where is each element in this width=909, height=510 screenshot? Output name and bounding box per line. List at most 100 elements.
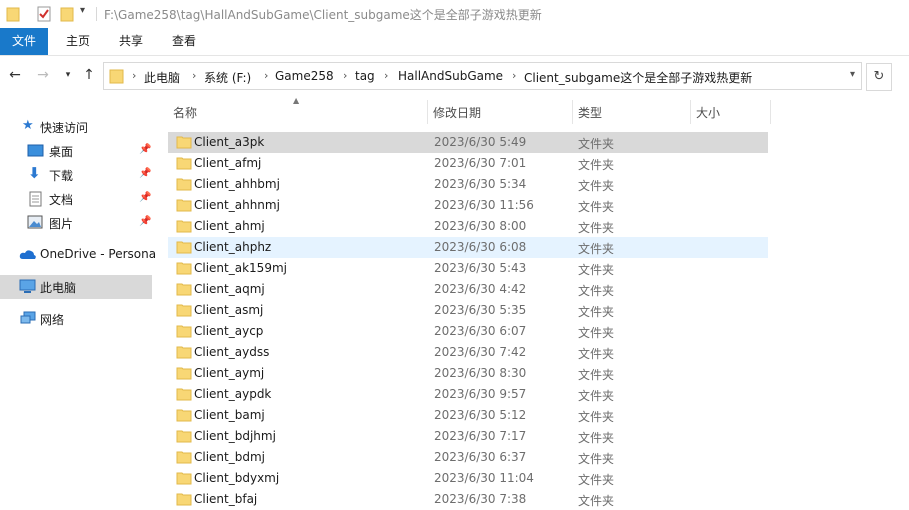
column-header-label: 名称 xyxy=(173,106,198,120)
file-date-modified: 2023/6/30 7:17 xyxy=(434,429,527,443)
column-header-label: 类型 xyxy=(578,106,603,120)
navigation-bar: ← → ▾ ↑ › 此电脑 › 系统 (F:) › Game258 › tag … xyxy=(0,56,909,96)
folder-icon xyxy=(176,178,192,191)
file-name: Client_ak159mj xyxy=(194,261,287,275)
table-row[interactable]: Client_aypdk 2023/6/30 9:57 文件夹 xyxy=(168,384,768,405)
folder-icon xyxy=(176,283,192,296)
column-header-date[interactable]: 修改日期 xyxy=(428,100,571,124)
breadcrumb-this-pc[interactable]: 此电脑 xyxy=(144,69,180,86)
table-row[interactable]: Client_ahhbmj 2023/6/30 5:34 文件夹 xyxy=(168,174,768,195)
chevron-right-icon[interactable]: › xyxy=(132,69,136,82)
file-type: 文件夹 xyxy=(578,263,615,277)
column-header-size[interactable]: 大小 xyxy=(691,100,771,124)
file-date-modified: 2023/6/30 7:01 xyxy=(434,156,527,170)
folder-icon xyxy=(176,430,192,443)
new-folder-icon[interactable] xyxy=(60,6,74,22)
file-type: 文件夹 xyxy=(578,389,615,403)
table-row[interactable]: Client_ahphz 2023/6/30 6:08 文件夹 xyxy=(168,237,768,258)
column-header-name[interactable]: 名称 xyxy=(168,100,426,124)
file-type: 文件夹 xyxy=(578,347,615,361)
pin-icon[interactable]: 📌 xyxy=(139,168,151,179)
file-type: 文件夹 xyxy=(578,242,615,256)
table-row[interactable]: Client_aydss 2023/6/30 7:42 文件夹 xyxy=(168,342,768,363)
breadcrumb-tag[interactable]: tag xyxy=(355,69,375,83)
tab-file[interactable]: 文件 xyxy=(0,28,48,55)
picture-icon xyxy=(27,215,43,229)
file-name: Client_ahmj xyxy=(194,219,265,233)
sidebar-item-network[interactable]: 网络 xyxy=(0,307,152,331)
folder-icon xyxy=(176,325,192,338)
file-name: Client_a3pk xyxy=(194,135,265,149)
table-row[interactable]: Client_bfaj 2023/6/30 7:38 文件夹 xyxy=(168,489,768,510)
tab-home[interactable]: 主页 xyxy=(56,28,100,55)
table-row[interactable]: Client_afmj 2023/6/30 7:01 文件夹 xyxy=(168,153,768,174)
sidebar-item-pictures[interactable]: 图片 📌 xyxy=(0,211,152,235)
table-row[interactable]: Client_ahhnmj 2023/6/30 11:56 文件夹 xyxy=(168,195,768,216)
table-row[interactable]: Client_bdjhmj 2023/6/30 7:17 文件夹 xyxy=(168,426,768,447)
up-button[interactable]: ↑ xyxy=(79,65,99,85)
forward-button[interactable]: → xyxy=(33,65,53,85)
folder-icon[interactable] xyxy=(6,6,20,22)
file-date-modified: 2023/6/30 6:37 xyxy=(434,450,527,464)
file-name: Client_bdyxmj xyxy=(194,471,280,485)
chevron-down-icon[interactable]: ▾ xyxy=(850,69,855,80)
table-row[interactable]: Client_bdyxmj 2023/6/30 11:04 文件夹 xyxy=(168,468,768,489)
table-row[interactable]: Client_aymj 2023/6/30 8:30 文件夹 xyxy=(168,363,768,384)
file-date-modified: 2023/6/30 5:43 xyxy=(434,261,527,275)
pin-icon[interactable]: 📌 xyxy=(139,216,151,227)
computer-icon xyxy=(19,279,36,293)
file-date-modified: 2023/6/30 5:35 xyxy=(434,303,527,317)
file-date-modified: 2023/6/30 9:57 xyxy=(434,387,527,401)
file-date-modified: 2023/6/30 7:42 xyxy=(434,345,527,359)
file-name: Client_bamj xyxy=(194,408,265,422)
table-row[interactable]: Client_aycp 2023/6/30 6:07 文件夹 xyxy=(168,321,768,342)
file-name: Client_bfaj xyxy=(194,492,258,506)
breadcrumb-drive[interactable]: 系统 (F:) xyxy=(204,69,251,86)
file-type: 文件夹 xyxy=(578,431,615,445)
sidebar-item-this-pc[interactable]: 此电脑 xyxy=(0,275,152,299)
sidebar-item-quick-access[interactable]: ★ 快速访问 xyxy=(0,115,152,139)
table-row[interactable]: Client_aqmj 2023/6/30 4:42 文件夹 xyxy=(168,279,768,300)
folder-icon xyxy=(176,241,192,254)
table-row[interactable]: Client_bamj 2023/6/30 5:12 文件夹 xyxy=(168,405,768,426)
properties-check-icon[interactable] xyxy=(36,6,52,22)
folder-icon xyxy=(176,136,192,149)
pin-icon[interactable]: 📌 xyxy=(139,144,151,155)
back-button[interactable]: ← xyxy=(5,65,25,85)
chevron-right-icon[interactable]: › xyxy=(512,69,516,82)
file-date-modified: 2023/6/30 7:38 xyxy=(434,492,527,506)
sidebar-item-onedrive[interactable]: OneDrive - Persona xyxy=(0,243,156,267)
table-row[interactable]: Client_ahmj 2023/6/30 8:00 文件夹 xyxy=(168,216,768,237)
sidebar-item-documents[interactable]: 文档 📌 xyxy=(0,187,152,211)
tab-share[interactable]: 共享 xyxy=(109,28,153,55)
table-row[interactable]: Client_a3pk 2023/6/30 5:49 文件夹 xyxy=(168,132,768,153)
tab-view[interactable]: 查看 xyxy=(162,28,206,55)
table-row[interactable]: Client_ak159mj 2023/6/30 5:43 文件夹 xyxy=(168,258,768,279)
address-bar[interactable]: › 此电脑 › 系统 (F:) › Game258 › tag › HallAn… xyxy=(103,62,862,90)
chevron-right-icon[interactable]: › xyxy=(192,69,196,82)
sidebar-item-desktop[interactable]: 桌面 📌 xyxy=(0,139,152,163)
sidebar-item-downloads[interactable]: ⬇ 下载 📌 xyxy=(0,163,152,187)
table-row[interactable]: Client_bdmj 2023/6/30 6:37 文件夹 xyxy=(168,447,768,468)
chevron-right-icon[interactable]: › xyxy=(264,69,268,82)
folder-icon xyxy=(176,199,192,212)
folder-icon xyxy=(109,69,124,84)
file-date-modified: 2023/6/30 5:12 xyxy=(434,408,527,422)
file-list: Client_a3pk 2023/6/30 5:49 文件夹 Client_afmj 2… xyxy=(168,132,909,508)
sidebar-item-label: 快速访问 xyxy=(40,121,89,135)
breadcrumb-hallandsubgame[interactable]: HallAndSubGame xyxy=(398,69,503,83)
breadcrumb-client-subgame[interactable]: Client_subgame这个是全部子游戏热更新 xyxy=(524,69,752,86)
recent-locations-button[interactable]: ▾ xyxy=(58,65,78,85)
breadcrumb-game258[interactable]: Game258 xyxy=(275,69,334,83)
pin-icon[interactable]: 📌 xyxy=(139,192,151,203)
table-row[interactable]: Client_asmj 2023/6/30 5:35 文件夹 xyxy=(168,300,768,321)
folder-icon xyxy=(176,346,192,359)
title-separator xyxy=(96,7,97,21)
column-header-type[interactable]: 类型 xyxy=(573,100,689,124)
chevron-right-icon[interactable]: › xyxy=(384,69,388,82)
dropdown-arrow-icon[interactable]: ▾ xyxy=(80,5,85,16)
refresh-button[interactable]: ↻ xyxy=(866,63,892,91)
column-divider[interactable] xyxy=(770,100,771,124)
folder-icon xyxy=(176,388,192,401)
chevron-right-icon[interactable]: › xyxy=(343,69,347,82)
